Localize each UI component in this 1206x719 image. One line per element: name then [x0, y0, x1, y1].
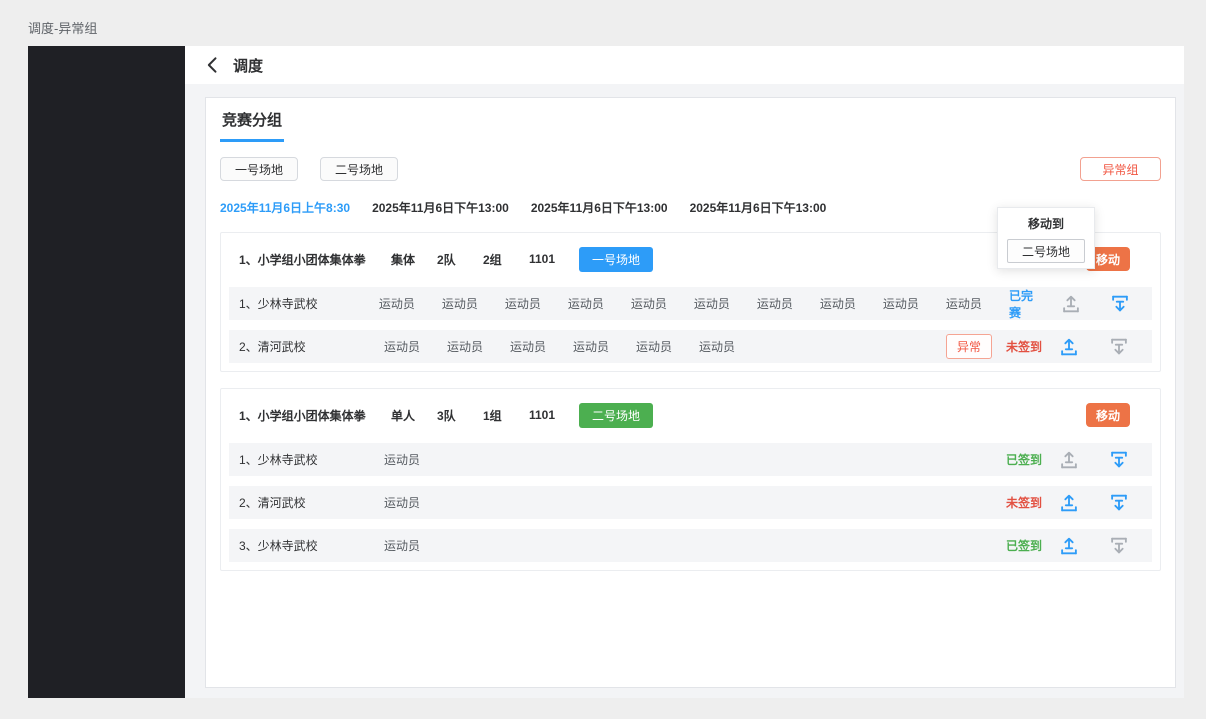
date-tab-3[interactable]: 2025年11月6日下午13:00 [531, 199, 668, 216]
stage-down-arrow-icon [1109, 293, 1131, 315]
athlete-label: 运动员 [636, 338, 699, 355]
group-code: 1101 [529, 252, 575, 266]
athlete-label: 运动员 [694, 295, 757, 312]
athlete-label: 运动员 [384, 338, 447, 355]
date-tab-1[interactable]: 2025年11月6日上午8:30 [220, 199, 350, 216]
athlete-label: 运动员 [573, 338, 636, 355]
team-name: 1、少林寺武校 [239, 451, 384, 468]
stage-up-button[interactable] [1058, 534, 1082, 558]
team-name: 2、清河武校 [239, 338, 384, 355]
group-title: 1、小学组小团体集体拳 [239, 407, 391, 424]
athlete-label: 运动员 [699, 338, 762, 355]
team-row: 1、少林寺武校 运动员 已签到 [229, 443, 1152, 476]
move-button[interactable]: 移动 [1086, 403, 1130, 427]
group-code: 1101 [529, 408, 575, 422]
athlete-label: 运动员 [946, 295, 1009, 312]
athlete-label: 运动员 [379, 295, 442, 312]
athlete-list: 运动员 [384, 537, 447, 554]
group-type: 集体 [391, 251, 437, 268]
athlete-label: 运动员 [883, 295, 946, 312]
stage-down-button[interactable] [1108, 491, 1132, 515]
stage-up-button[interactable] [1058, 335, 1082, 359]
stage-down-arrow-icon [1108, 336, 1130, 358]
date-tab-2[interactable]: 2025年11月6日下午13:00 [372, 199, 509, 216]
group-header: 1、小学组小团体集体拳 单人 3队 1组 1101 二号场地 移动 [229, 397, 1152, 433]
status-badge: 未签到 [1006, 494, 1042, 511]
athlete-label: 运动员 [384, 494, 447, 511]
team-row: 2、清河武校 运动员 未签到 [229, 486, 1152, 519]
stage-up-button[interactable] [1058, 448, 1082, 472]
content-card: 竞赛分组 一号场地 二号场地 异常组 2025年11月6日上午8:30 2025… [205, 97, 1176, 688]
back-button[interactable] [203, 54, 225, 76]
venue-badge: 一号场地 [579, 247, 653, 272]
athlete-list: 运动员运动员运动员运动员运动员运动员 [384, 338, 762, 355]
group-number: 1组 [483, 407, 529, 424]
team-row: 2、清河武校 运动员运动员运动员运动员运动员运动员 异常 未签到 [229, 330, 1152, 363]
athlete-list: 运动员运动员运动员运动员运动员运动员运动员运动员运动员运动员 [379, 295, 1009, 312]
athlete-list: 运动员 [384, 451, 447, 468]
stage-down-button[interactable] [1108, 448, 1132, 472]
stage-down-button[interactable] [1109, 292, 1132, 316]
athlete-label: 运动员 [820, 295, 883, 312]
stage-up-button[interactable] [1060, 292, 1083, 316]
sidebar [28, 46, 185, 698]
main-area: 调度 竞赛分组 一号场地 二号场地 异常组 2025年11月6日上午8:30 2… [185, 46, 1184, 698]
window-title: 调度-异常组 [28, 18, 97, 37]
popup-option-venue-2[interactable]: 二号场地 [1007, 239, 1085, 263]
status-badge: 已签到 [1006, 451, 1042, 468]
group-type: 单人 [391, 407, 437, 424]
group-card-2: 1、小学组小团体集体拳 单人 3队 1组 1101 二号场地 移动 1、少林寺武… [220, 388, 1161, 571]
group-number: 2组 [483, 251, 529, 268]
status-badge: 已完赛 [1009, 287, 1044, 321]
athlete-label: 运动员 [568, 295, 631, 312]
stage-up-arrow-icon [1058, 535, 1080, 557]
athlete-label: 运动员 [505, 295, 568, 312]
chevron-left-icon [203, 55, 223, 75]
venue-button-2[interactable]: 二号场地 [320, 157, 398, 181]
athlete-label: 运动员 [757, 295, 820, 312]
team-name: 2、清河武校 [239, 494, 384, 511]
stage-up-arrow-icon [1058, 492, 1080, 514]
abnormal-group-button[interactable]: 异常组 [1080, 157, 1161, 181]
status-badge: 未签到 [1006, 338, 1042, 355]
stage-down-button[interactable] [1108, 534, 1132, 558]
abnormal-badge: 异常 [946, 334, 992, 359]
athlete-list: 运动员 [384, 494, 447, 511]
athlete-label: 运动员 [384, 537, 447, 554]
athlete-label: 运动员 [384, 451, 447, 468]
stage-down-arrow-icon [1108, 535, 1130, 557]
stage-down-arrow-icon [1108, 449, 1130, 471]
stage-up-arrow-icon [1058, 336, 1080, 358]
team-name: 3、少林寺武校 [239, 537, 384, 554]
move-to-popup: 移动到 二号场地 [997, 207, 1095, 269]
group-teams: 3队 [437, 407, 483, 424]
tab-bar: 竞赛分组 [220, 109, 1161, 142]
athlete-label: 运动员 [631, 295, 694, 312]
team-row: 3、少林寺武校 运动员 已签到 [229, 529, 1152, 562]
stage-up-arrow-icon [1060, 293, 1082, 315]
venue-badge: 二号场地 [579, 403, 653, 428]
status-badge: 已签到 [1006, 537, 1042, 554]
popup-title: 移动到 [998, 215, 1094, 232]
athlete-label: 运动员 [510, 338, 573, 355]
athlete-label: 运动员 [442, 295, 505, 312]
stage-up-arrow-icon [1058, 449, 1080, 471]
venue-button-1[interactable]: 一号场地 [220, 157, 298, 181]
group-teams: 2队 [437, 251, 483, 268]
group-title: 1、小学组小团体集体拳 [239, 251, 391, 268]
stage-down-button[interactable] [1108, 335, 1132, 359]
date-tab-4[interactable]: 2025年11月6日下午13:00 [690, 199, 827, 216]
tab-competition-grouping[interactable]: 竞赛分组 [220, 109, 284, 142]
controls-row: 一号场地 二号场地 异常组 [220, 157, 1161, 181]
app-frame: 调度 竞赛分组 一号场地 二号场地 异常组 2025年11月6日上午8:30 2… [28, 46, 1184, 698]
page-header: 调度 [185, 46, 1184, 84]
page-title: 调度 [233, 55, 263, 76]
team-row: 1、少林寺武校 运动员运动员运动员运动员运动员运动员运动员运动员运动员运动员 已… [229, 287, 1152, 320]
stage-down-arrow-icon [1108, 492, 1130, 514]
team-name: 1、少林寺武校 [239, 295, 379, 312]
stage-up-button[interactable] [1058, 491, 1082, 515]
athlete-label: 运动员 [447, 338, 510, 355]
